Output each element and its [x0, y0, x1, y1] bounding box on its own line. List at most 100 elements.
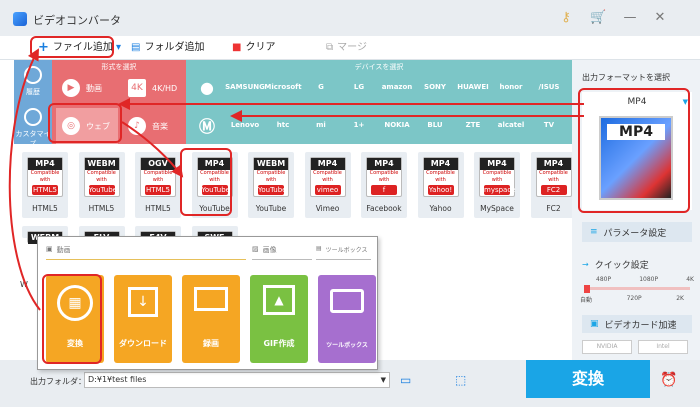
quality-slider[interactable] — [584, 285, 690, 293]
add-folder-button[interactable]: ▤ フォルダ追加 — [131, 40, 204, 56]
export-icon[interactable]: ⬚ — [455, 373, 466, 387]
format-badge-icon: OGV Compatible with HTML5 — [140, 157, 176, 197]
recent-tab[interactable]: 履歴 — [14, 60, 52, 102]
slider-handle[interactable] — [584, 285, 590, 293]
gif-card[interactable]: ▲ GIF作成 — [250, 275, 308, 363]
highlight-youtube-tile — [180, 148, 232, 216]
format-tile[interactable]: WEBM Compatible with YouTube HTML5 — [78, 152, 125, 218]
popup-section-image: ▨ 画像 — [252, 245, 277, 254]
gear-icon — [24, 108, 42, 126]
add-file-dropdown-icon[interactable]: ▾ — [116, 40, 121, 56]
custom-tab[interactable]: カスタマイズ — [14, 102, 52, 148]
format-tile[interactable]: MP4 Compatible with f Facebook — [361, 152, 407, 218]
brand-tile-1-2[interactable]: Microsoft — [264, 70, 301, 104]
format-badge-icon: MP4 Compatible with HTML5 — [27, 157, 63, 197]
format-music[interactable]: ♪ 音楽 — [128, 108, 168, 144]
nvidia-checkbox[interactable]: NVIDIA — [582, 340, 632, 354]
4k-icon: 4K — [128, 79, 146, 97]
video-section-icon: ▣ — [46, 245, 53, 253]
brand-tile-1-4[interactable]: LG — [342, 70, 376, 104]
app-title: ビデオコンバータ — [33, 14, 121, 27]
open-folder-icon[interactable]: ▭ — [400, 373, 411, 387]
brand-tile-2-7[interactable]: ZTE — [456, 108, 490, 142]
key-icon[interactable]: ⚷ — [558, 10, 574, 26]
format-tile[interactable]: MP4 Compatible with myspace MySpace — [474, 152, 520, 218]
brand-tile-2-6[interactable]: BLU — [418, 108, 452, 142]
image-icon: ▲ — [263, 285, 295, 315]
cart-icon[interactable]: 🛒 — [590, 10, 606, 26]
tile-label: HTML5 — [32, 204, 58, 213]
quick-bottom-labels: 自動 720P 2K — [580, 295, 684, 304]
custom-label: カスタマイズ — [15, 130, 51, 148]
select-format-label: 出力フォーマットを選択 — [582, 73, 670, 82]
format-badge-icon: MP4 Compatible with f — [366, 157, 402, 197]
play-icon: ▶ — [62, 79, 80, 97]
format-badge-icon: MP4 Compatible with FC2 — [535, 157, 572, 197]
merge-button[interactable]: ⧉ マージ — [326, 40, 367, 56]
intel-checkbox[interactable]: Intel — [638, 340, 688, 354]
format-badge-icon: WEBM Compatible with YouTube — [253, 157, 289, 197]
recent-label: 履歴 — [26, 88, 40, 96]
popup-section-toolbox: ▤ ツールボックス — [316, 245, 368, 254]
format-tile[interactable]: MP4 Compatible with Yahoo! Yahoo — [417, 152, 464, 218]
app-logo-icon — [13, 12, 27, 26]
brand-tile-1-8[interactable]: honor — [494, 70, 528, 104]
highlight-web — [48, 103, 122, 143]
format-tile[interactable]: WEBM Compatible with YouTube YouTube — [248, 152, 294, 218]
tile-label: MySpace — [480, 204, 514, 213]
brand-tile-2-2[interactable]: htc — [266, 108, 300, 142]
brand-tile-1-5[interactable]: amazon — [380, 70, 414, 104]
brand-tile-1-6[interactable]: SONY — [418, 70, 452, 104]
brand-tile-1-3[interactable]: G — [304, 70, 338, 104]
brand-tile-1-7[interactable]: HUAWEI — [456, 70, 490, 104]
clear-label: クリア — [245, 42, 276, 53]
brand-tile-2-9[interactable]: TV — [532, 108, 566, 142]
image-section-line — [252, 259, 312, 260]
minimize-icon[interactable]: — — [622, 10, 638, 26]
tile-label: Vimeo — [315, 204, 340, 213]
highlight-format-box — [578, 88, 690, 213]
merge-icon: ⧉ — [326, 42, 334, 53]
output-folder-field[interactable]: D:¥1¥test files ▼ — [84, 372, 390, 388]
partial-tile-label: W — [20, 280, 28, 289]
convert-button[interactable]: 変換 — [526, 360, 650, 398]
format-tile[interactable]: OGV Compatible with HTML5 HTML5 — [135, 152, 181, 218]
trash-icon: ■ — [232, 42, 242, 53]
format-4k[interactable]: 4K 4K/HD — [128, 70, 177, 106]
quick-arrow-icon: → — [582, 260, 589, 269]
format-video[interactable]: ▶ 動画 — [62, 70, 102, 106]
brand-tile-2-3[interactable]: mi — [304, 108, 338, 142]
brand-tile-2-4[interactable]: 1+ — [342, 108, 376, 142]
tile-label: HTML5 — [88, 204, 115, 213]
clear-button[interactable]: ■ クリア — [232, 40, 275, 56]
highlight-add-file — [30, 36, 114, 58]
brand-tile-2-8[interactable]: alcatel — [494, 108, 528, 142]
format-tile[interactable]: MP4 Compatible with FC2 FC2 — [530, 152, 577, 218]
brand-tile-2-1[interactable]: Lenovo — [228, 108, 262, 142]
clock-icon — [24, 66, 42, 84]
tile-label: YouTube — [255, 204, 287, 213]
brand-tile-2-0[interactable]: Ⓜ — [190, 108, 224, 142]
format-tile[interactable]: MP4 Compatible with vimeo Vimeo — [304, 152, 351, 218]
download-card[interactable]: ↓ ダウンロード — [114, 275, 172, 363]
apple-icon: ● — [200, 77, 214, 97]
toolbox-icon — [330, 289, 364, 313]
video-section-line — [46, 259, 246, 260]
brand-tile-1-1[interactable]: SAMSUNG — [225, 70, 265, 104]
tile-label: Yahoo — [429, 204, 452, 213]
monitor-icon — [194, 287, 228, 311]
format-badge-icon: MP4 Compatible with vimeo — [309, 157, 346, 197]
brand-tile-1-0[interactable]: ● — [190, 70, 224, 104]
format-tile[interactable]: MP4 Compatible with HTML5 HTML5 — [22, 152, 68, 218]
alarm-clock-icon[interactable]: ⏰ — [660, 372, 677, 388]
record-card[interactable]: 録画 — [182, 275, 240, 363]
folder-dropdown-icon[interactable]: ▼ — [381, 373, 386, 387]
close-icon[interactable]: ✕ — [652, 10, 668, 26]
toolbox-card[interactable]: ツールボックス — [318, 275, 376, 363]
brand-tile-1-9[interactable]: /ISUS — [532, 70, 566, 104]
gpu-accel-button[interactable]: ▣ ビデオカード加速 — [582, 315, 692, 333]
format-badge-icon: MP4 Compatible with Yahoo! — [422, 157, 459, 197]
gpu-icon: ▣ — [590, 319, 599, 329]
brand-tile-2-5[interactable]: NOKIA — [380, 108, 414, 142]
params-button[interactable]: ≡ パラメータ設定 — [582, 222, 692, 242]
